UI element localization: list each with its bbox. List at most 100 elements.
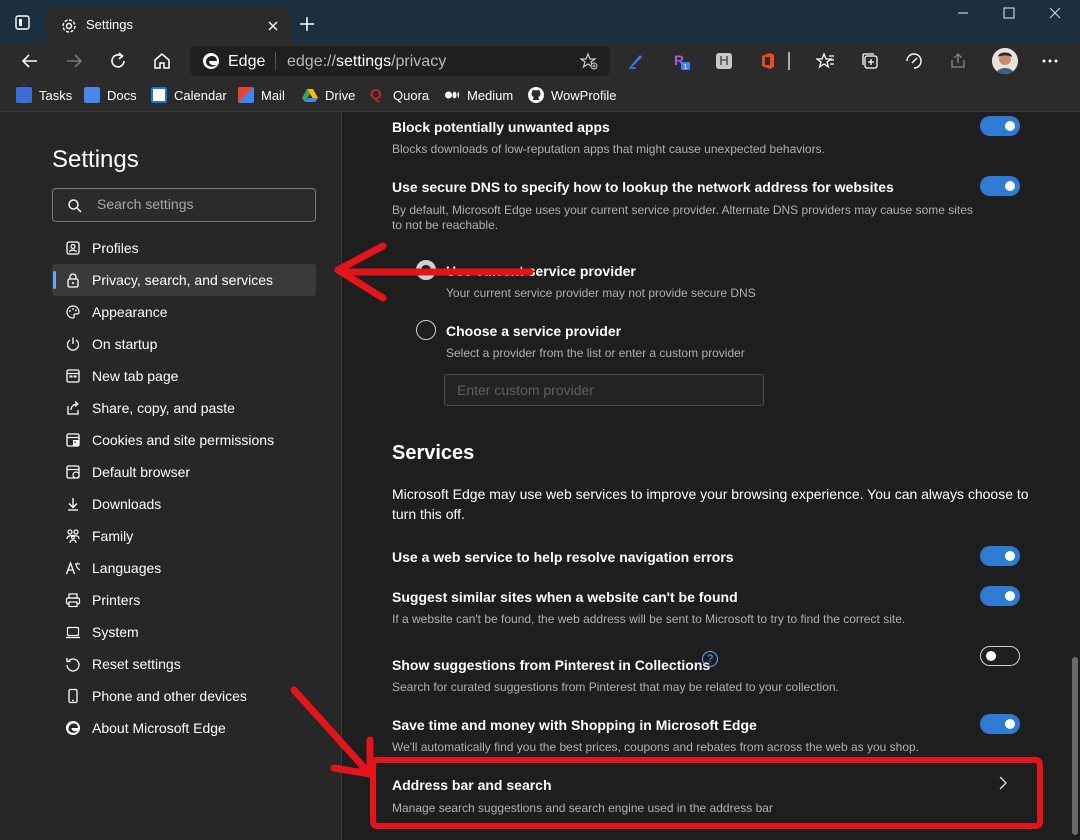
profile-icon [64,239,82,257]
sidebar-item-share[interactable]: Share, copy, and paste [52,392,316,424]
sidebar-item-label: Languages [92,560,162,576]
bookmark-label: Mail [261,87,285,103]
refresh-button[interactable] [107,50,129,72]
secure-dns-title: Use secure DNS to specify how to lookup … [392,179,894,195]
block-apps-toggle[interactable] [980,116,1020,136]
secure-dns-desc-2: to not be reachable. [392,218,499,232]
phone-icon [64,687,82,705]
extension-pen-icon[interactable] [626,51,646,71]
bookmark-tasks[interactable]: Tasks [16,86,72,104]
choose-provider-radio[interactable] [416,320,436,340]
search-icon [68,199,82,213]
extension-r-icon[interactable]: R1 [672,51,692,71]
custom-provider-input[interactable] [445,375,763,405]
search-input[interactable] [97,196,307,212]
back-button[interactable] [19,50,41,72]
edge-icon [64,719,82,737]
shopping-desc: We'll automatically find you the best pr… [392,740,920,754]
sidebar-item-about[interactable]: About Microsoft Edge [52,712,316,744]
reset-icon [64,655,82,673]
sidebar-item-privacy[interactable]: Privacy, search, and services [52,264,316,296]
sidebar-item-family[interactable]: Family [52,520,316,552]
address-bar[interactable]: Edge edge://settings/privacy [190,46,610,76]
bookmark-label: Calendar [174,87,227,103]
sidebar-item-downloads[interactable]: Downloads [52,488,316,520]
sidebar-item-startup[interactable]: On startup [52,328,316,360]
current-provider-radio[interactable] [416,260,436,280]
sidebar-item-default-browser[interactable]: Default browser [52,456,316,488]
tab-settings[interactable]: Settings [46,8,292,44]
sidebar-item-reset[interactable]: Reset settings [52,648,316,680]
bookmark-quora[interactable]: Q Quora [370,86,429,104]
sidebar-item-label: Downloads [92,496,162,512]
bookmark-medium[interactable]: Medium [444,86,513,104]
window-close-button[interactable] [1032,6,1078,24]
tasks-icon [16,87,32,103]
sidebar-item-system[interactable]: System [52,616,316,648]
minimize-button[interactable] [940,6,986,24]
sidebar-item-newtab[interactable]: New tab page [52,360,316,392]
help-icon[interactable]: ? [702,651,718,667]
palette-icon [64,303,82,321]
search-box[interactable] [52,188,316,222]
block-apps-desc: Blocks downloads of low-reputation apps … [392,142,825,156]
more-menu-icon[interactable] [1040,51,1060,71]
collections-icon[interactable] [860,51,880,71]
home-button[interactable] [151,50,173,72]
close-icon[interactable] [264,17,282,35]
sidebar-item-phone[interactable]: Phone and other devices [52,680,316,712]
bookmark-mail[interactable]: Mail [238,86,285,104]
sidebar-item-languages[interactable]: Languages [52,552,316,584]
sidebar-item-label: System [92,624,139,640]
choose-provider-desc: Select a provider from the list or enter… [446,346,745,360]
sidebar-item-appearance[interactable]: Appearance [52,296,316,328]
power-icon [64,335,82,353]
sidebar-item-label: About Microsoft Edge [92,720,226,736]
address-bar-search-row[interactable]: Address bar and search Manage search sug… [383,768,1023,818]
bookmark-label: Quora [393,87,430,103]
forward-button[interactable] [63,50,85,72]
sidebar-item-label: Share, copy, and paste [92,400,235,416]
tab-actions-icon[interactable] [14,14,32,32]
bookmark-wowprofile[interactable]: WowProfile [528,86,617,104]
calendar-icon [151,87,167,103]
similar-sites-desc: If a website can't be found, the web add… [392,612,906,626]
printer-icon [64,591,82,609]
bookmark-docs[interactable]: Docs [84,86,137,104]
chevron-right-icon[interactable] [997,776,1009,790]
custom-provider-field[interactable] [444,374,764,406]
office-icon[interactable] [758,51,778,71]
sidebar-item-profiles[interactable]: Profiles [52,232,316,264]
new-tab-button[interactable] [298,15,316,33]
share-icon [64,399,82,417]
scrollbar[interactable] [1072,657,1078,835]
share-page-icon[interactable] [948,51,968,71]
nav-errors-toggle[interactable] [980,546,1020,566]
extension-gray-icon[interactable] [714,51,734,71]
maximize-button[interactable] [986,6,1032,24]
medium-icon [444,87,460,103]
secure-dns-desc: By default, Microsoft Edge uses your cur… [392,203,973,217]
add-favorite-icon[interactable] [579,52,598,70]
newtab-icon [64,367,82,385]
sidebar-title: Settings [52,146,139,173]
gear-icon [60,17,78,35]
secure-dns-toggle[interactable] [980,176,1020,196]
pinterest-toggle[interactable] [980,646,1020,666]
services-heading: Services [392,442,475,464]
bookmark-calendar[interactable]: Calendar [151,86,227,104]
avatar[interactable] [992,48,1018,74]
sidebar-item-cookies[interactable]: Cookies and site permissions [52,424,316,456]
bookmarks-bar: Tasks Docs Calendar Mail Drive Q Quora M… [0,78,1080,112]
similar-sites-toggle[interactable] [980,586,1020,606]
browser-icon [64,463,82,481]
bookmark-drive[interactable]: Drive [302,86,355,104]
sidebar-nav: Profiles Privacy, search, and services A… [52,232,316,744]
tab-title: Settings [86,17,133,32]
favorites-icon[interactable] [815,51,836,71]
sidebar-item-printers[interactable]: Printers [52,584,316,616]
shopping-toggle[interactable] [980,714,1020,734]
performance-icon[interactable] [904,51,924,71]
shopping-title: Save time and money with Shopping in Mic… [392,717,757,733]
sidebar-item-label: Privacy, search, and services [92,272,274,288]
